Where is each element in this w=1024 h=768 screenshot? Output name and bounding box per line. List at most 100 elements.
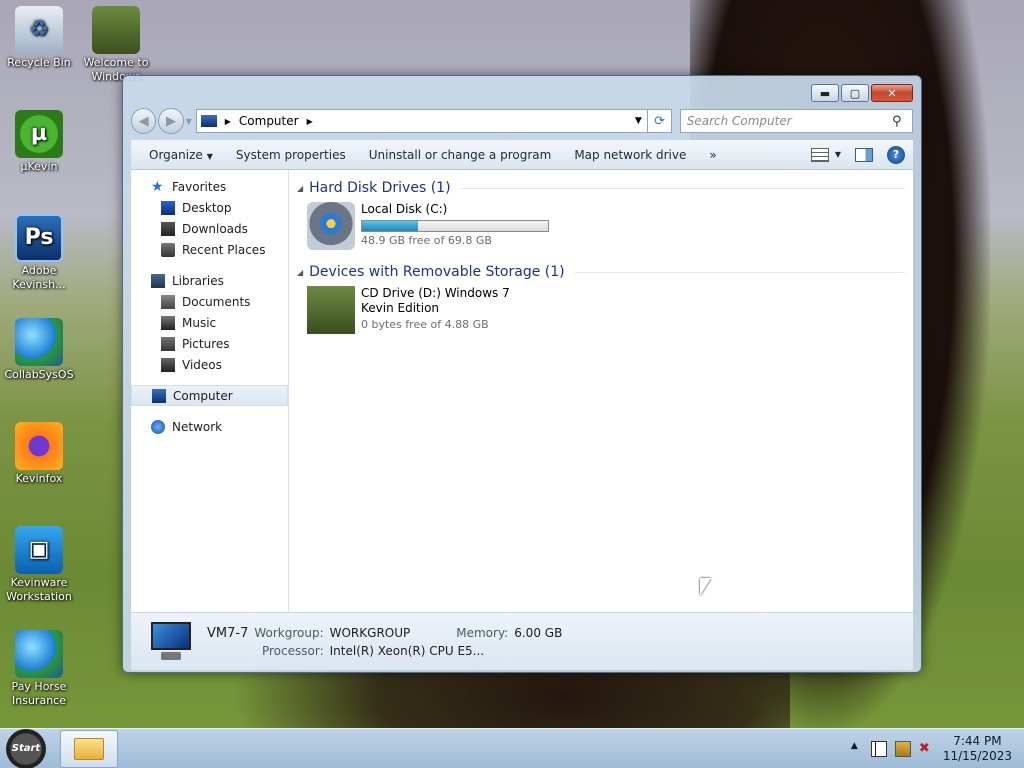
drive-cd[interactable]: CD Drive (D:) Windows 7 Kevin Edition 0 … <box>297 284 905 340</box>
preview-pane-button[interactable] <box>855 147 873 162</box>
desktop-icon <box>161 200 175 215</box>
navigation-bar: ◀ ▶ ▼ ▶ Computer ▶ ▼ ⟳ Search Computer ⚲ <box>131 106 913 136</box>
breadcrumb-computer[interactable]: Computer <box>239 114 299 128</box>
clock[interactable]: 7:44 PM 11/15/2023 <box>943 734 1012 764</box>
nav-computer[interactable]: Computer <box>131 385 288 406</box>
address-bar[interactable]: ▶ Computer ▶ ▼ <box>195 109 649 133</box>
star-icon: ★ <box>151 178 164 195</box>
processor-label: Processor: <box>261 643 324 658</box>
nav-documents[interactable]: Documents <box>131 291 288 312</box>
view-icon <box>810 147 829 162</box>
nav-label: Downloads <box>182 221 248 236</box>
map-network-drive-button[interactable]: Map network drive <box>566 148 701 162</box>
nav-music[interactable]: Music <box>131 312 288 333</box>
search-box[interactable]: Search Computer ⚲ <box>679 109 913 133</box>
breadcrumb-chevron-icon[interactable]: ▶ <box>225 117 231 126</box>
drive-free-space: 0 bytes free of 4.88 GB <box>361 318 489 331</box>
group-divider <box>460 187 905 189</box>
recent-pages-dropdown[interactable]: ▼ <box>186 117 192 126</box>
desktop-icon-kevinfox[interactable]: Kevinfox <box>1 422 77 486</box>
monitor-icon <box>149 621 193 662</box>
drive-name: Local Disk (C:) <box>361 202 448 216</box>
desktop-icon-kevinware[interactable]: ▣ Kevinware Workstation <box>1 526 77 604</box>
documents-icon <box>161 294 175 309</box>
start-button[interactable]: Start <box>6 728 46 768</box>
group-divider <box>574 271 905 273</box>
computer-name: VM7-7 <box>207 625 249 641</box>
nav-downloads[interactable]: Downloads <box>131 218 288 239</box>
breadcrumb-chevron-icon[interactable]: ▶ <box>307 117 313 126</box>
desktop-icon-label: Kevinware Workstation <box>6 576 72 603</box>
memory-value: 6.00 GB <box>514 626 563 640</box>
details-pane: VM7-7 Workgroup: WORKGROUP Memory: 6.00 … <box>131 612 913 670</box>
collapse-triangle-icon[interactable]: ◢ <box>297 184 303 193</box>
command-bar: Organize ▼ System properties Uninstall or… <box>131 140 913 170</box>
help-icon[interactable]: ? <box>887 145 905 164</box>
nav-recent-places[interactable]: Recent Places <box>131 239 288 260</box>
desktop-icon-label: CollabSysOS <box>4 368 74 381</box>
collapse-triangle-icon[interactable]: ◢ <box>297 268 303 277</box>
clock-time: 7:44 PM <box>953 733 1002 748</box>
globe-icon <box>15 630 63 678</box>
taskbar-explorer-button[interactable] <box>60 729 118 768</box>
organize-label: Organize <box>149 147 203 162</box>
change-view-button[interactable]: ▼ <box>810 147 841 162</box>
uninstall-program-button[interactable]: Uninstall or change a program <box>361 148 567 162</box>
desktop-icon-adobe[interactable]: Ps Adobe Kevinsh... <box>1 214 77 292</box>
nav-label: Recent Places <box>182 242 266 257</box>
address-dropdown-icon[interactable]: ▼ <box>629 116 647 126</box>
nav-favorites[interactable]: ★ Favorites <box>131 176 288 197</box>
memory-label: Memory: <box>456 626 509 640</box>
refresh-button[interactable]: ⟳ <box>648 109 672 133</box>
search-input[interactable]: Search Computer <box>687 114 792 128</box>
back-button[interactable]: ◀ <box>131 108 157 134</box>
system-tray: ▲ ✖ 7:44 PM 11/15/2023 <box>851 734 1024 764</box>
clock-date: 11/15/2023 <box>942 748 1012 763</box>
desktop-icon-recycle-bin[interactable]: ♻ Recycle Bin <box>1 6 77 70</box>
nav-network[interactable]: Network <box>131 416 288 437</box>
chevron-down-icon: ▼ <box>834 150 841 159</box>
desktop-icon-label: Kevinfox <box>15 472 63 485</box>
more-commands-button[interactable]: » <box>701 148 731 162</box>
cd-drive-horse-icon <box>307 286 355 334</box>
welcome-horse-icon <box>92 6 140 54</box>
maximize-button[interactable]: ▢ <box>841 84 869 102</box>
group-title: Hard Disk Drives (1) <box>309 180 451 196</box>
refresh-icon: ⟳ <box>654 113 665 129</box>
minimize-button[interactable]: ▬ <box>811 84 839 102</box>
nav-pictures[interactable]: Pictures <box>131 333 288 354</box>
search-icon[interactable]: ⚲ <box>892 114 912 129</box>
workgroup-value: WORKGROUP <box>329 626 411 640</box>
desktop-icon-ukevin[interactable]: µ µKevin <box>1 110 77 174</box>
drive-local-disk[interactable]: Local Disk (C:) 48.9 GB free of 69.8 GB <box>297 200 905 256</box>
system-properties-button[interactable]: System properties <box>228 148 361 162</box>
group-header-hard-disk-drives[interactable]: ◢ Hard Disk Drives (1) <box>297 176 905 200</box>
navigation-pane: ★ Favorites Desktop Downloads Recent Plac… <box>131 170 289 612</box>
nav-videos[interactable]: Videos <box>131 354 288 375</box>
action-center-flag-icon[interactable] <box>870 740 887 757</box>
globe-icon <box>15 318 63 366</box>
firefox-icon <box>15 422 63 470</box>
nav-label: Network <box>172 419 223 434</box>
group-header-removable-storage[interactable]: ◢ Devices with Removable Storage (1) <box>297 260 905 284</box>
taskbar: Start ▲ ✖ 7:44 PM 11/15/2023 <box>0 728 1024 768</box>
nav-desktop[interactable]: Desktop <box>131 197 288 218</box>
mouse-cursor-icon <box>700 578 711 596</box>
nav-libraries[interactable]: Libraries <box>131 270 288 291</box>
computer-icon <box>152 388 166 403</box>
show-hidden-icons-icon[interactable]: ▲ <box>851 741 863 757</box>
volume-muted-icon[interactable]: ✖ <box>919 741 935 757</box>
network-icon[interactable] <box>894 740 911 757</box>
photoshop-icon: Ps <box>15 214 63 262</box>
desktop-icon-label: Recycle Bin <box>7 56 71 69</box>
pictures-icon <box>161 336 175 351</box>
forward-button[interactable]: ▶ <box>158 108 184 134</box>
drive-name: CD Drive (D:) Windows 7 Kevin Edition <box>361 286 510 315</box>
desktop-icon-pay-horse[interactable]: Pay Horse Insurance <box>1 630 77 708</box>
nav-label: Music <box>182 315 217 330</box>
organize-button[interactable]: Organize ▼ <box>141 148 228 162</box>
close-button[interactable]: ✕ <box>871 84 913 102</box>
group-title: Devices with Removable Storage (1) <box>309 264 565 280</box>
desktop-icon-collabsysos[interactable]: CollabSysOS <box>1 318 77 382</box>
nav-label: Videos <box>182 357 222 372</box>
